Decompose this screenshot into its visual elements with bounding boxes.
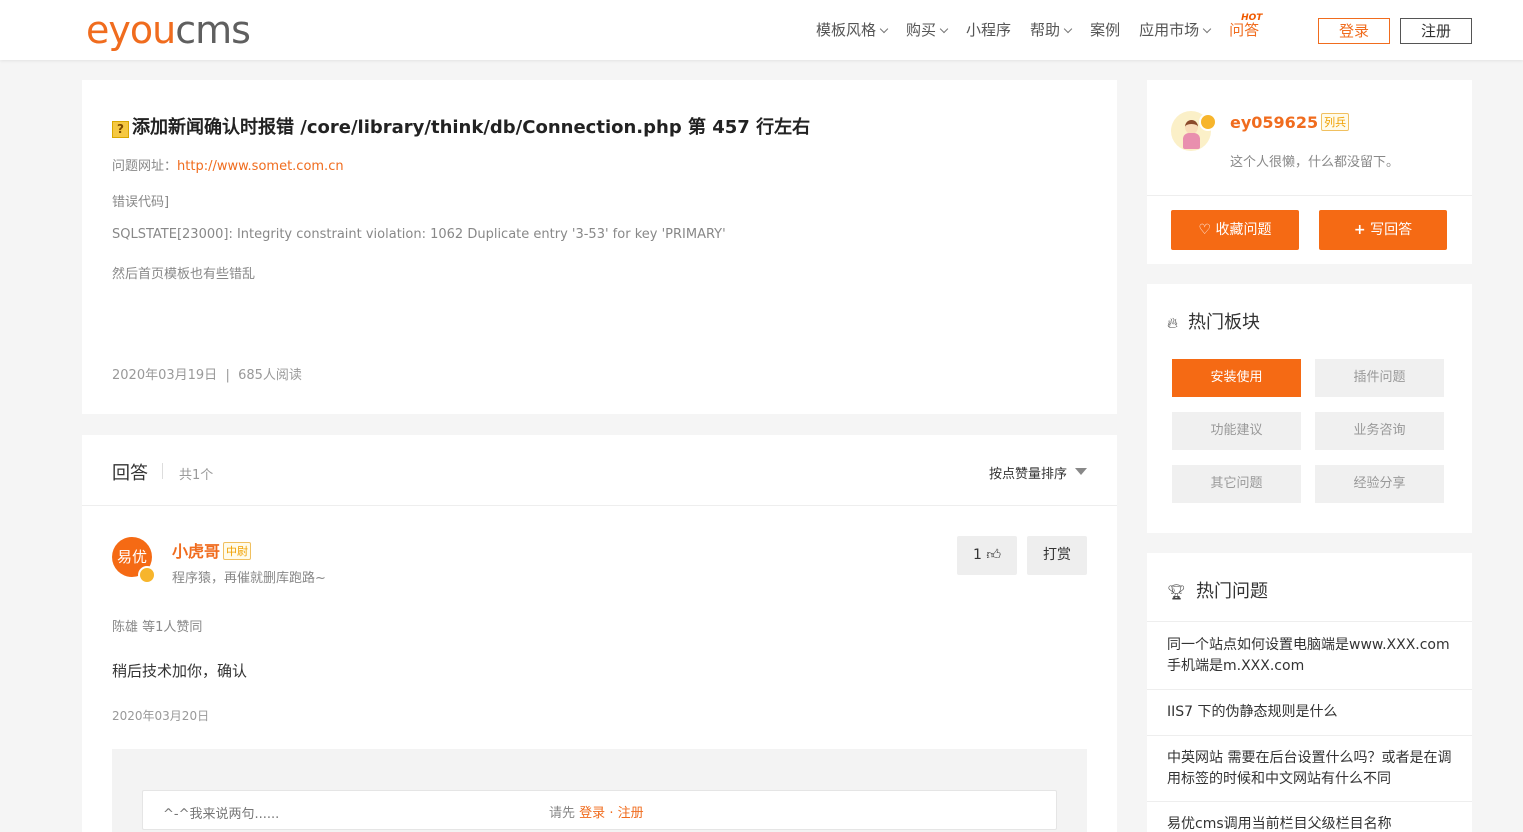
question-url-link[interactable]: http://www.somet.com.cn <box>177 159 344 174</box>
board-suggestion[interactable]: 功能建议 <box>1172 412 1301 450</box>
chevron-down-icon <box>939 24 949 34</box>
hot-questions-title: 🏆︎ 热门问题 <box>1167 581 1269 602</box>
verified-badge-icon <box>138 566 156 584</box>
answers-header: 回答 共1个 按点赞量排序 <box>82 435 1117 506</box>
answer-voters: 陈雄 等1人赞同 <box>112 620 203 635</box>
chevron-down-icon <box>879 24 889 34</box>
thumbs-up-icon: 👍︎ <box>986 547 1001 563</box>
rank-badge: 中尉 <box>223 542 252 560</box>
question-meta: 2020年03月19日 | 685人阅读 <box>112 368 302 383</box>
question-title: ? 添加新闻确认时报错 /core/library/think/db/Connec… <box>112 113 810 139</box>
question-mark-icon: ? <box>112 121 129 138</box>
answer-author[interactable]: 小虎哥 中尉 <box>172 538 252 562</box>
nav-cases[interactable]: 案例 <box>1090 20 1120 40</box>
nav-app-market[interactable]: 应用市场 <box>1139 20 1212 40</box>
comment-placeholder: ^-^我来说两句...... <box>163 807 280 822</box>
nav-miniprogram[interactable]: 小程序 <box>966 20 1011 40</box>
top-header: eyoucms 模板风格 购买 小程序 帮助 案例 应用市场 HOT 问答 登录 … <box>0 0 1523 60</box>
login-button[interactable]: 登录 <box>1318 18 1390 44</box>
question-body-line: 错误代码] <box>112 195 170 210</box>
chevron-down-icon <box>1202 24 1212 34</box>
trophy-icon: 🏆︎ <box>1167 583 1187 601</box>
register-button[interactable]: 注册 <box>1400 18 1472 44</box>
question-date: 2020年03月19日 <box>112 368 218 383</box>
answer-date: 2020年03月20日 <box>112 709 210 723</box>
divider <box>162 463 163 479</box>
question-url-line: 问题网址：http://www.somet.com.cn <box>112 159 344 174</box>
nav-help[interactable]: 帮助 <box>1030 20 1073 40</box>
plus-icon: + <box>1353 222 1366 238</box>
hot-questions-header: 🏆︎ 热门问题 <box>1147 553 1472 622</box>
reward-button[interactable]: 打赏 <box>1027 536 1087 575</box>
comment-area: ^-^我来说两句...... 请先 登录 · 注册 <box>112 749 1087 832</box>
heart-icon: ♡ <box>1198 222 1212 238</box>
author-signature: 程序猿，再催就删库跑路~ <box>172 571 326 586</box>
write-answer-button[interactable]: + 写回答 <box>1319 210 1447 250</box>
board-business[interactable]: 业务咨询 <box>1315 412 1444 450</box>
question-body-line: 然后首页模板也有些错乱 <box>112 267 256 282</box>
asker-signature: 这个人很懒，什么都没留下。 <box>1230 155 1400 170</box>
chevron-down-icon <box>1063 24 1073 34</box>
hot-boards-card: 🔥︎ 热门板块 安装使用 插件问题 功能建议 业务咨询 其它问题 经验分享 <box>1147 284 1472 533</box>
asker-name[interactable]: ey059625 列兵 <box>1230 113 1350 132</box>
hot-question-item[interactable]: 中英网站 需要在后台设置什么吗？或者是在调用标签的时候和中文网站有什么不同 <box>1147 736 1472 802</box>
hot-questions-card: 🏆︎ 热门问题 同一个站点如何设置电脑端是www.XXX.com手机端是m.XXX… <box>1147 553 1472 832</box>
main-nav: 模板风格 购买 小程序 帮助 案例 应用市场 HOT 问答 <box>816 13 1278 40</box>
board-other[interactable]: 其它问题 <box>1172 465 1301 503</box>
hot-question-item[interactable]: 同一个站点如何设置电脑端是www.XXX.com手机端是m.XXX.com <box>1147 623 1472 690</box>
comment-register-link[interactable]: 注册 <box>618 806 644 821</box>
caret-down-icon[interactable] <box>1075 468 1087 475</box>
divider <box>1147 195 1472 196</box>
hot-question-item[interactable]: IIS7 下的伪静态规则是什么 <box>1147 690 1472 736</box>
site-logo[interactable]: eyoucms <box>86 8 251 52</box>
comment-login-link[interactable]: 登录 <box>579 806 605 821</box>
like-button[interactable]: 1 👍︎ <box>957 536 1017 575</box>
board-install[interactable]: 安装使用 <box>1172 359 1301 397</box>
verified-badge-icon <box>1199 113 1217 131</box>
board-experience[interactable]: 经验分享 <box>1315 465 1444 503</box>
question-body-line: SQLSTATE[23000]: Integrity constraint vi… <box>112 227 726 242</box>
question-card: ? 添加新闻确认时报错 /core/library/think/db/Connec… <box>82 80 1117 414</box>
favorite-question-button[interactable]: ♡ 收藏问题 <box>1171 210 1299 250</box>
answers-count: 共1个 <box>179 468 214 483</box>
flame-icon: 🔥︎ <box>1167 314 1179 332</box>
question-views: 685人阅读 <box>238 368 302 383</box>
sort-dropdown[interactable]: 按点赞量排序 <box>989 463 1067 482</box>
answers-title: 回答 <box>112 463 148 484</box>
hot-boards-title: 🔥︎ 热门板块 <box>1167 312 1261 333</box>
hot-question-item[interactable]: 易优cms调用当前栏目父级栏目名称 <box>1147 802 1472 832</box>
nav-qa[interactable]: HOT 问答 <box>1229 13 1262 40</box>
hot-badge: HOT <box>1241 13 1263 23</box>
nav-templates[interactable]: 模板风格 <box>816 20 889 40</box>
comment-auth-prompt: 请先 登录 · 注册 <box>549 806 644 821</box>
nav-buy[interactable]: 购买 <box>906 20 949 40</box>
board-plugin[interactable]: 插件问题 <box>1315 359 1444 397</box>
answer-body: 稍后技术加你，确认 <box>112 662 248 680</box>
comment-input[interactable]: ^-^我来说两句...... 请先 登录 · 注册 <box>142 790 1057 830</box>
rank-badge: 列兵 <box>1321 113 1350 131</box>
answers-card: 回答 共1个 按点赞量排序 易优 小虎哥 中尉 程序猿，再催就删库跑路~ 1 👍︎… <box>82 435 1117 832</box>
asker-card: ey059625 列兵 这个人很懒，什么都没留下。 ♡ 收藏问题 + 写回答 <box>1147 80 1472 264</box>
